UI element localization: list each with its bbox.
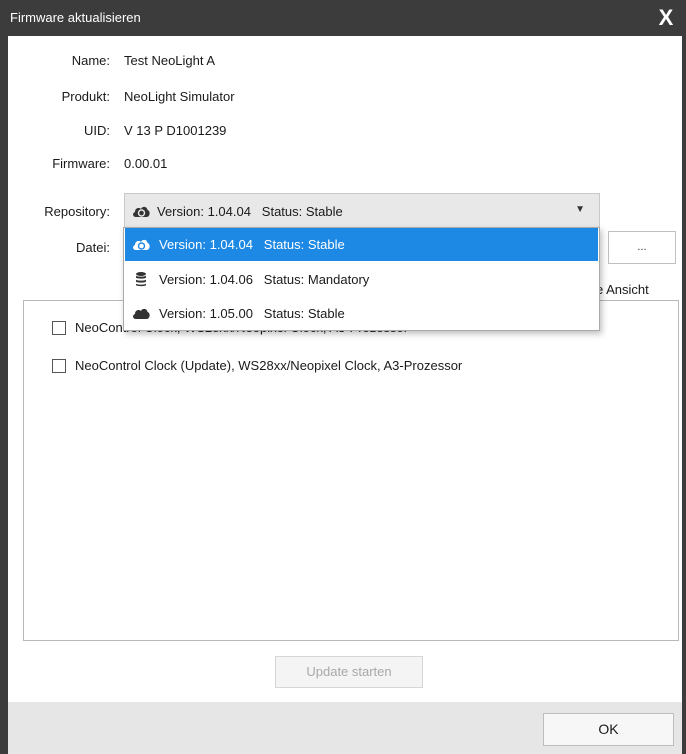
repository-select[interactable]: Version: 1.04.04 Status: Stable ▼ (124, 193, 600, 228)
window-border-left (0, 36, 8, 754)
chevron-down-icon: ▼ (575, 204, 585, 215)
dropdown-option[interactable]: Version: 1.05.00 Status: Stable (125, 297, 598, 330)
ok-button[interactable]: OK (543, 713, 674, 746)
dropdown-option[interactable]: Version: 1.04.06 Status: Mandatory (125, 263, 598, 296)
repository-selected-text: Version: 1.04.04 Status: Stable (157, 204, 343, 219)
cloud-sync-icon (131, 203, 151, 219)
list-item-label: NeoControl Clock (Update), WS28xx/Neopix… (75, 358, 463, 373)
uid-value: V 13 P D1001239 (124, 123, 227, 138)
repository-dropdown[interactable]: Version: 1.04.04 Status: Stable Version:… (123, 227, 600, 331)
checkbox[interactable] (52, 321, 66, 335)
checkbox[interactable] (52, 359, 66, 373)
title-bar: Firmware aktualisieren X (0, 0, 686, 36)
view-label: e Ansicht (596, 282, 649, 297)
browse-button[interactable]: ... (608, 231, 676, 264)
repository-label: Repository: (44, 204, 110, 219)
firmware-label: Firmware: (52, 156, 110, 171)
firmware-list[interactable]: NeoControl Clock, WS28xx/Neopixel Clock,… (23, 300, 679, 641)
dropdown-option[interactable]: Version: 1.04.04 Status: Stable (125, 228, 598, 261)
firmware-value: 0.00.01 (124, 156, 168, 171)
dropdown-option-text: Version: 1.04.06 Status: Mandatory (159, 272, 370, 287)
file-label: Datei: (76, 240, 110, 255)
product-value: NeoLight Simulator (124, 89, 235, 104)
cloud-icon (131, 305, 151, 321)
window-border-right (682, 36, 686, 754)
database-icon (131, 271, 151, 287)
close-button[interactable]: X (652, 4, 680, 32)
name-label: Name: (71, 53, 110, 68)
window-title: Firmware aktualisieren (10, 10, 141, 25)
dropdown-option-text: Version: 1.04.04 Status: Stable (159, 237, 345, 252)
update-button[interactable]: Update starten (275, 656, 423, 688)
product-label: Produkt: (61, 89, 110, 104)
uid-label: UID: (84, 123, 110, 138)
name-value: Test NeoLight A (124, 53, 216, 68)
cloud-sync-icon (131, 236, 151, 252)
dropdown-option-text: Version: 1.05.00 Status: Stable (159, 306, 345, 321)
